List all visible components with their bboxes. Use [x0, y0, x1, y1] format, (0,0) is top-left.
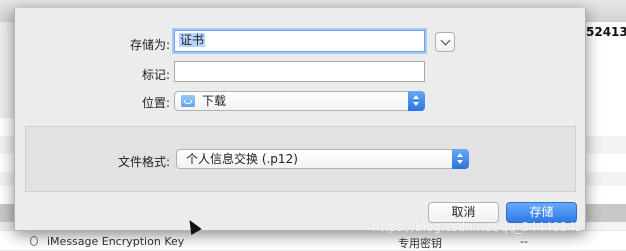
format-options-panel: 文件格式: 个人信息交换 (.p12) — [25, 126, 576, 192]
expand-dialog-button[interactable] — [435, 32, 455, 52]
item-date: -- — [520, 235, 528, 248]
format-popup[interactable]: 个人信息交换 (.p12) — [176, 149, 469, 169]
location-label: 位置: — [141, 96, 170, 110]
background-id-text: 52413 — [586, 25, 626, 39]
popup-stepper-icon — [408, 91, 425, 111]
item-name: iMessage Encryption Key — [47, 235, 185, 248]
save-dialog: 存储为: 证书 标记: 位置: 下载 文件格式: 个人信息交换 (.p12) 取… — [14, 8, 586, 231]
filename-value: 证书 — [179, 33, 206, 47]
filename-input[interactable]: 证书 — [174, 30, 425, 52]
tags-label: 标记: — [141, 68, 170, 82]
folder-icon — [181, 95, 195, 107]
format-value: 个人信息交换 (.p12) — [186, 152, 298, 166]
chevron-down-icon — [440, 35, 450, 46]
watermark-text: https://blog.csdn.net/qq_34440345 — [372, 220, 583, 234]
popup-stepper-icon — [452, 149, 469, 169]
tags-input[interactable] — [174, 61, 425, 82]
key-icon — [30, 236, 38, 246]
format-label: 文件格式: — [117, 155, 170, 169]
location-value: 下载 — [202, 94, 227, 108]
location-popup[interactable]: 下载 — [174, 91, 425, 111]
save-as-label: 存储为: — [129, 38, 170, 52]
